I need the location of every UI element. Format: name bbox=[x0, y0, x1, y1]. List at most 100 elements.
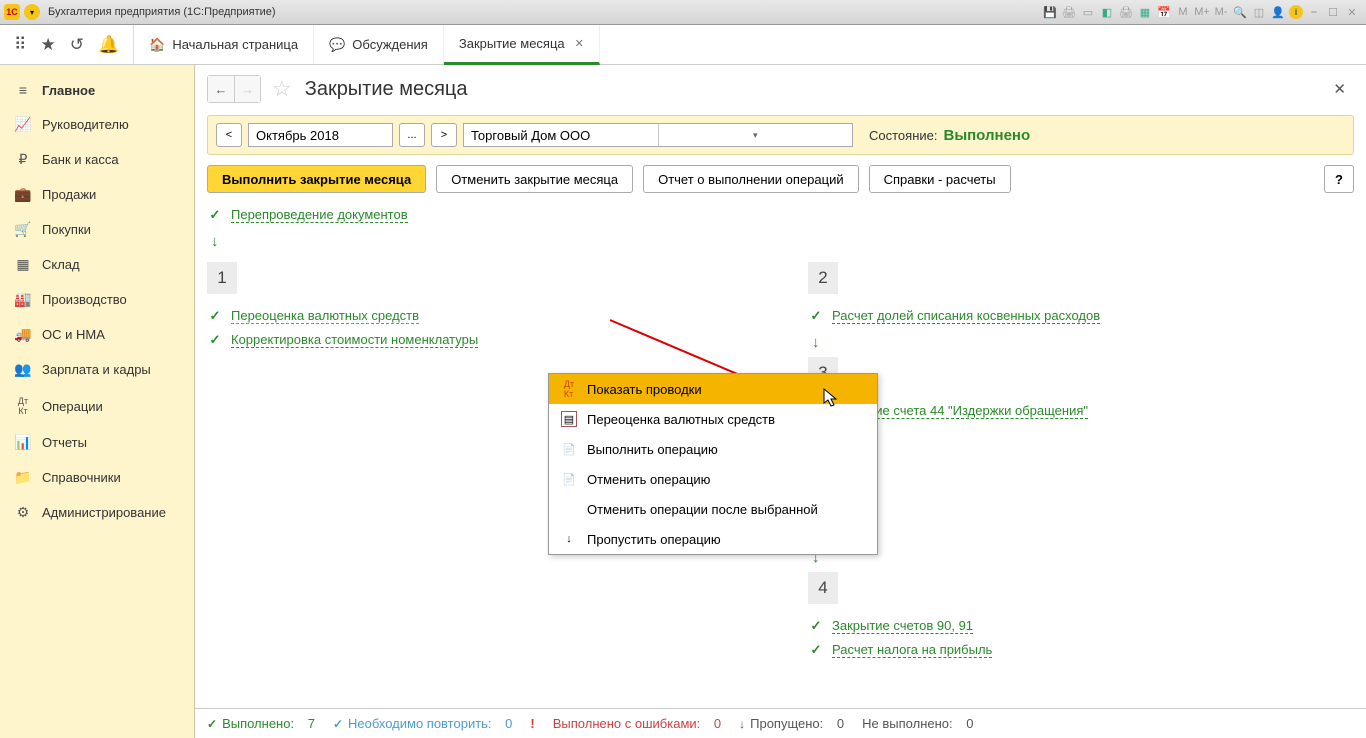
sidebar-item-production[interactable]: 🏭Производство bbox=[0, 282, 194, 317]
dt-kt-icon: ДтКт bbox=[561, 381, 577, 397]
app-menu-dropdown[interactable]: ▾ bbox=[24, 4, 40, 20]
minimize-icon[interactable]: ⎯ bbox=[1306, 4, 1322, 20]
stage4-head: 4 bbox=[808, 572, 838, 604]
page-title: Закрытие месяца bbox=[305, 78, 1318, 101]
period-ellipsis-button[interactable]: ... bbox=[399, 123, 425, 147]
document-icon[interactable]: ▭ bbox=[1080, 4, 1096, 20]
sidebar-item-directories[interactable]: 📁Справочники bbox=[0, 460, 194, 495]
menu-skip-op[interactable]: ↓ Пропустить операцию bbox=[549, 524, 877, 554]
calc-icon[interactable]: ▦ bbox=[1137, 4, 1153, 20]
windows-icon[interactable]: ◫ bbox=[1251, 4, 1267, 20]
cancel-closing-button[interactable]: Отменить закрытие месяца bbox=[436, 165, 633, 193]
people-icon: 👥 bbox=[14, 361, 32, 378]
close-window-icon[interactable]: ✕ bbox=[1344, 4, 1360, 20]
cart-icon: 🛒 bbox=[14, 221, 32, 238]
tab-discussions[interactable]: 💬 Обсуждения bbox=[314, 25, 444, 64]
menu-bars-icon: ≡ bbox=[14, 82, 32, 98]
tab-close-icon[interactable]: ✕ bbox=[575, 37, 584, 50]
favorites-icon[interactable]: ★ bbox=[40, 35, 55, 55]
apps-icon[interactable]: ⠿ bbox=[14, 35, 26, 55]
maximize-icon[interactable]: ☐ bbox=[1325, 4, 1341, 20]
window-title-bar: 1C ▾ Бухгалтерия предприятия (1С:Предпри… bbox=[0, 0, 1366, 25]
gear-icon: ⚙ bbox=[14, 504, 32, 521]
sidebar-item-warehouse[interactable]: ▦Склад bbox=[0, 247, 194, 282]
factory-icon: 🏭 bbox=[14, 291, 32, 308]
zoom-icon[interactable]: 🔍 bbox=[1232, 4, 1248, 20]
stage2-head: 2 bbox=[808, 262, 838, 294]
sidebar-item-reports[interactable]: 📊Отчеты bbox=[0, 425, 194, 460]
page-header: ← → ☆ Закрытие месяца ✕ bbox=[207, 75, 1354, 103]
chart-up-icon: 📈 bbox=[14, 116, 32, 133]
period-prev-button[interactable]: < bbox=[216, 123, 242, 147]
arrow-down-icon: ↓ bbox=[812, 549, 1354, 566]
stage1-head: 1 bbox=[207, 262, 237, 294]
menu-cancel-after[interactable]: Отменить операции после выбранной bbox=[549, 494, 877, 524]
m-register-icon[interactable]: M bbox=[1175, 4, 1191, 20]
sidebar-item-main[interactable]: ≡Главное bbox=[0, 73, 194, 107]
references-button[interactable]: Справки - расчеты bbox=[869, 165, 1011, 193]
close-accounts-9091-link[interactable]: Закрытие счетов 90, 91 bbox=[832, 618, 973, 634]
ruble-icon: ₽ bbox=[14, 151, 32, 168]
check-icon: ✓ bbox=[207, 207, 223, 223]
sidebar-item-salary[interactable]: 👥Зарплата и кадры bbox=[0, 352, 194, 387]
action-row: Выполнить закрытие месяца Отменить закры… bbox=[207, 165, 1354, 193]
nav-forward-button[interactable]: → bbox=[234, 76, 260, 102]
indirect-costs-link[interactable]: Расчет долей списания косвенных расходов bbox=[832, 308, 1100, 324]
sidebar-item-bank[interactable]: ₽Банк и касса bbox=[0, 142, 194, 177]
organization-select[interactable]: Торговый Дом ООО ▾ bbox=[463, 123, 853, 147]
bar-chart-icon: 📊 bbox=[14, 434, 32, 451]
check-icon: ✓ bbox=[207, 717, 217, 731]
sidebar-item-sales[interactable]: 💼Продажи bbox=[0, 177, 194, 212]
user-icon[interactable]: 👤 bbox=[1270, 4, 1286, 20]
sidebar-item-operations[interactable]: ДтКтОперации bbox=[0, 387, 194, 425]
info-icon[interactable]: i bbox=[1289, 5, 1303, 19]
calendar-icon[interactable]: 📅 bbox=[1156, 4, 1172, 20]
context-menu: ДтКт Показать проводки ▤ Переоценка валю… bbox=[548, 373, 878, 555]
check-icon: ✓ bbox=[207, 332, 223, 348]
menu-cancel-op[interactable]: 📄 Отменить операцию bbox=[549, 464, 877, 494]
help-button[interactable]: ? bbox=[1324, 165, 1354, 193]
sidebar-item-assets[interactable]: 🚚ОС и НМА bbox=[0, 317, 194, 352]
sidebar-item-manager[interactable]: 📈Руководителю bbox=[0, 107, 194, 142]
blank-icon bbox=[561, 501, 577, 517]
nav-back-button[interactable]: ← bbox=[208, 76, 234, 102]
arrow-down-icon: ↓ bbox=[211, 233, 1354, 250]
tab-home-label: Начальная страница bbox=[172, 37, 298, 52]
execute-closing-button[interactable]: Выполнить закрытие месяца bbox=[207, 165, 426, 193]
period-next-button[interactable]: > bbox=[431, 123, 457, 147]
favorite-star-icon[interactable]: ☆ bbox=[272, 76, 292, 102]
m-plus-icon[interactable]: M+ bbox=[1194, 4, 1210, 20]
tab-discussions-label: Обсуждения bbox=[352, 37, 428, 52]
cancel-sheet-icon: 📄 bbox=[561, 471, 577, 487]
sidebar: ≡Главное 📈Руководителю ₽Банк и касса 💼Пр… bbox=[0, 65, 195, 738]
notifications-icon[interactable]: 🔔 bbox=[98, 35, 119, 55]
m-minus-icon[interactable]: M- bbox=[1213, 4, 1229, 20]
save-icon[interactable]: 💾 bbox=[1042, 4, 1058, 20]
tab-closing[interactable]: Закрытие месяца ✕ bbox=[444, 25, 600, 65]
reposting-link[interactable]: Перепроведение документов bbox=[231, 207, 408, 223]
print-icon[interactable]: 🖨 bbox=[1061, 4, 1077, 20]
compare-icon[interactable]: ◧ bbox=[1099, 4, 1115, 20]
chat-icon: 💬 bbox=[329, 37, 345, 53]
print2-icon[interactable]: 🖨 bbox=[1118, 4, 1134, 20]
tab-home[interactable]: 🏠 Начальная страница bbox=[134, 25, 314, 64]
menu-show-entries[interactable]: ДтКт Показать проводки bbox=[549, 374, 877, 404]
chevron-down-icon[interactable]: ▾ bbox=[658, 124, 853, 146]
reposting-step: ✓ Перепроведение документов bbox=[207, 203, 1354, 227]
organization-value: Торговый Дом ООО bbox=[464, 128, 658, 143]
debit-credit-icon: ДтКт bbox=[14, 396, 32, 416]
sidebar-item-purchases[interactable]: 🛒Покупки bbox=[0, 212, 194, 247]
currency-revaluation-link[interactable]: Переоценка валютных средств bbox=[231, 308, 419, 324]
menu-revaluation[interactable]: ▤ Переоценка валютных средств bbox=[549, 404, 877, 434]
operations-report-button[interactable]: Отчет о выполнении операций bbox=[643, 165, 859, 193]
boxes-icon: ▦ bbox=[14, 256, 32, 273]
close-page-icon[interactable]: ✕ bbox=[1325, 80, 1354, 98]
cost-correction-link[interactable]: Корректировка стоимости номенклатуры bbox=[231, 332, 478, 348]
home-icon: 🏠 bbox=[149, 37, 165, 53]
briefcase-icon: 💼 bbox=[14, 186, 32, 203]
sidebar-item-admin[interactable]: ⚙Администрирование bbox=[0, 495, 194, 530]
profit-tax-link[interactable]: Расчет налога на прибыль bbox=[832, 642, 992, 658]
history-icon[interactable]: ↺ bbox=[70, 35, 84, 55]
menu-execute-op[interactable]: 📄 Выполнить операцию bbox=[549, 434, 877, 464]
period-input[interactable]: Октябрь 2018 bbox=[248, 123, 393, 147]
